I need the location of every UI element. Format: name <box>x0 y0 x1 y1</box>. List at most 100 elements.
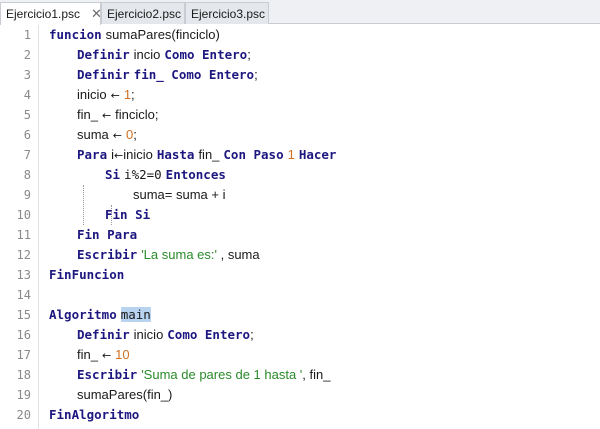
code-line-3: Definir fin_ Como Entero; <box>77 65 258 85</box>
assign-arrow: ← <box>101 109 112 122</box>
code-text: ; <box>254 67 258 82</box>
line-number: 8 <box>23 168 31 182</box>
code-editor[interactable]: 1 2 3 4 5 6 7 8 9 10 11 12 13 14 15 16 1… <box>0 25 600 429</box>
line-number: 6 <box>23 128 31 142</box>
highlighted-identifier: main <box>120 307 151 322</box>
code-text: suma <box>77 127 109 142</box>
keyword: Algoritmo <box>49 307 117 322</box>
code-text: ; <box>247 47 251 62</box>
code-line-16: Definir inicio Como Entero; <box>77 325 254 345</box>
code-line-13: FinFuncion <box>49 265 124 285</box>
line-number: 20 <box>16 408 31 422</box>
code-line-9: suma= suma + i <box>133 185 226 205</box>
keyword: Hasta <box>156 147 195 162</box>
keyword: Como Entero <box>164 47 248 62</box>
code-text: inicio <box>133 327 164 342</box>
code-line-10: Fin Si <box>105 205 150 225</box>
code-text: finciclo; <box>115 107 159 122</box>
code-text: , suma <box>216 247 260 262</box>
code-text: incio <box>133 47 161 62</box>
code-text: sumaPares(fin_) <box>77 387 173 402</box>
code-line-5: fin_ ← finciclo; <box>77 105 159 125</box>
keyword: Escribir <box>77 367 138 382</box>
assign-arrow: ← <box>113 149 124 162</box>
keyword: Definir <box>77 47 130 62</box>
tab-ejercicio1[interactable]: Ejercicio1.psc ✕ <box>0 2 102 25</box>
line-number: 15 <box>16 308 31 322</box>
keyword: Escribir <box>77 247 138 262</box>
keyword: funcion <box>49 27 102 42</box>
line-number: 9 <box>23 188 31 202</box>
code-text: inicio <box>123 147 153 162</box>
number-literal: 1 <box>287 147 295 162</box>
line-number: 1 <box>23 28 31 42</box>
keyword: Definir <box>77 327 130 342</box>
line-number: 19 <box>16 388 31 402</box>
string-literal: 'Suma de pares de 1 hasta ' <box>141 367 303 382</box>
number-literal: 1 <box>123 87 132 102</box>
number-literal: 10 <box>115 347 130 362</box>
line-number-gutter: 1 2 3 4 5 6 7 8 9 10 11 12 13 14 15 16 1… <box>0 25 38 429</box>
keyword: Con Paso <box>223 147 284 162</box>
code-text: fin_ <box>198 147 220 162</box>
code-line-7: Para i←inicio Hasta fin_ Con Paso 1 Hace… <box>77 145 336 165</box>
code-text: inicio <box>77 87 107 102</box>
assign-arrow: ← <box>110 89 120 102</box>
code-line-19: sumaPares(fin_) <box>77 385 172 405</box>
keyword: FinAlgoritmo <box>49 407 140 422</box>
code-line-11: Fin Para <box>77 225 137 245</box>
code-text: ; <box>250 327 254 342</box>
line-number: 5 <box>23 108 31 122</box>
line-number: 3 <box>23 68 31 82</box>
keyword: Si <box>105 167 121 182</box>
line-number: 18 <box>16 368 31 382</box>
line-number: 12 <box>16 248 31 262</box>
keyword: Definir <box>77 67 130 82</box>
code-text: i%2=0 <box>124 167 162 182</box>
keyword: Como Entero <box>167 327 251 342</box>
code-text: ; <box>131 87 135 102</box>
assign-arrow: ← <box>101 349 112 362</box>
code-line-17: fin_ ← 10 <box>77 345 130 365</box>
line-number: 2 <box>23 48 31 62</box>
line-number: 7 <box>23 148 31 162</box>
code-line-6: suma ← 0; <box>77 125 137 145</box>
code-text: , fin_ <box>302 367 331 382</box>
keyword: Entonces <box>165 167 226 182</box>
code-text: fin_ <box>77 347 98 362</box>
indent-guide <box>83 185 84 225</box>
line-number: 13 <box>16 268 31 282</box>
code-text: suma= suma + i <box>133 187 226 202</box>
tab-ejercicio3[interactable]: Ejercicio3.psc <box>185 2 269 24</box>
code-text: fin_ <box>77 107 98 122</box>
tab-label: Ejercicio1.psc <box>6 7 81 21</box>
line-number: 11 <box>16 228 31 242</box>
code-text: ; <box>133 127 137 142</box>
code-text: sumaPares(finciclo) <box>105 27 220 42</box>
code-line-12: Escribir 'La suma es:' , suma <box>77 245 260 265</box>
code-line-1: funcion sumaPares(finciclo) <box>49 25 220 45</box>
code-line-15: Algoritmo main <box>49 305 151 325</box>
line-number: 4 <box>23 88 31 102</box>
line-number: 17 <box>16 348 31 362</box>
line-number: 10 <box>16 208 31 222</box>
gutter-divider <box>38 25 39 429</box>
keyword: Hacer <box>298 147 337 162</box>
tab-label: Ejercicio2.psc <box>107 6 182 21</box>
tab-label: Ejercicio3.psc <box>191 6 266 21</box>
line-number: 16 <box>16 328 31 342</box>
string-literal: 'La suma es:' <box>141 247 217 262</box>
code-line-4: inicio ← 1; <box>77 85 135 105</box>
keyword: Fin Si <box>105 207 151 222</box>
keyword: fin_ Como Entero <box>133 67 255 82</box>
keyword: FinFuncion <box>49 267 125 282</box>
code-line-20: FinAlgoritmo <box>49 405 139 425</box>
code-line-18: Escribir 'Suma de pares de 1 hasta ', fi… <box>77 365 330 385</box>
keyword: Para <box>77 147 108 162</box>
line-number: 14 <box>16 288 31 302</box>
tab-bar: Ejercicio1.psc ✕ Ejercicio2.psc Ejercici… <box>0 0 600 25</box>
assign-arrow: ← <box>112 129 122 142</box>
tab-ejercicio2[interactable]: Ejercicio2.psc <box>101 2 185 24</box>
code-line-2: Definir incio Como Entero; <box>77 45 251 65</box>
code-line-8: Si i%2=0 Entonces <box>105 165 226 185</box>
